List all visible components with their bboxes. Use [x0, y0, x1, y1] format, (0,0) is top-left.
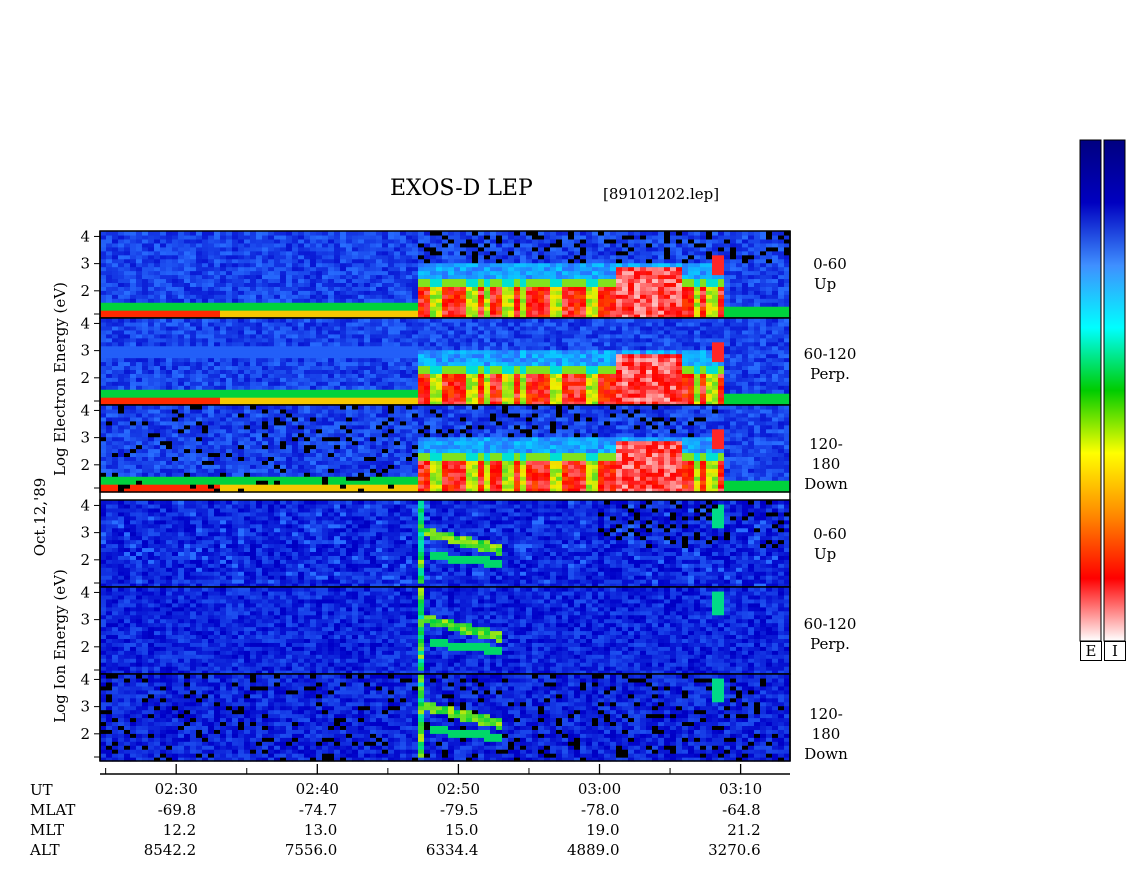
y-tick-label: 2 [80, 282, 90, 300]
orbit-value-alt: 7556.0 [284, 841, 338, 859]
date-label: Oct.12,'89 [31, 477, 49, 557]
dir-label: Perp. [810, 365, 850, 383]
panel-label-e-down: 120-180 Down [795, 434, 857, 494]
orbit-value-mlat: -79.5 [439, 801, 479, 819]
dir-label: Up [814, 545, 837, 563]
pitch-label: 0-60 [813, 525, 847, 543]
colorbar-electron-label: E [1080, 641, 1102, 661]
pitch-label: 60-120 [803, 615, 857, 633]
spectrogram-plot: 4 3 2 4 3 2 4 3 2 4 3 2 4 3 2 4 3 2 02:30 02:40 02:50 03:00 03… [80, 139, 1126, 798]
colorbar [1079, 139, 1102, 642]
orbit-value-mlt: 19.0 [586, 821, 620, 839]
orbit-value-mlat: -64.8 [722, 801, 761, 819]
spectrogram-panel: 4 3 2 [80, 401, 791, 493]
y-tick-label: 4 [80, 401, 90, 419]
pitch-label: 120-180 [809, 705, 843, 743]
panel-label-i-perp: 60-120 Perp. [797, 614, 863, 654]
x-tick-label: 02:40 [296, 780, 339, 798]
electron-axis-label: Log Electron Energy (eV) [51, 282, 69, 476]
y-tick-label: 3 [80, 611, 90, 629]
y-tick-label: 3 [80, 342, 90, 360]
orbit-value-mlat: -74.7 [298, 801, 338, 819]
spectrogram-panel: 4 3 2 [80, 227, 791, 319]
y-tick-label: 4 [80, 314, 90, 332]
dir-label: Perp. [810, 635, 850, 653]
orbit-row-label-alt: ALT [30, 841, 60, 859]
spectrogram-panel: 4 3 2 [80, 496, 791, 588]
y-tick-label: 3 [80, 255, 90, 273]
orbit-row-label-ut: UT [30, 781, 53, 799]
y-tick-label: 2 [80, 725, 90, 743]
y-tick-label: 2 [80, 369, 90, 387]
orbit-value-alt: 8542.2 [143, 841, 197, 859]
y-tick-label: 4 [80, 583, 90, 601]
orbit-row-label-mlt: MLT [30, 821, 65, 839]
colorbar [1103, 139, 1126, 642]
x-tick-label: 02:50 [437, 780, 480, 798]
orbit-value-mlt: 21.2 [727, 821, 761, 839]
ion-axis-label: Log Ion Energy (eV) [51, 569, 69, 723]
pitch-label: 120-180 [809, 435, 843, 473]
y-tick-label: 4 [80, 496, 90, 514]
orbit-value-mlt: 15.0 [445, 821, 479, 839]
y-tick-label: 3 [80, 429, 90, 447]
dir-label: Down [804, 745, 848, 763]
panel-label-e-up: 0-60 Up [800, 254, 860, 294]
orbit-value-mlt: 13.0 [303, 821, 338, 839]
dir-label: Down [804, 475, 848, 493]
panel-label-e-perp: 60-120 Perp. [797, 344, 863, 384]
y-tick-label: 3 [80, 698, 90, 716]
pitch-label: 60-120 [803, 345, 857, 363]
y-tick-label: 4 [80, 670, 90, 688]
x-tick-label: 02:30 [155, 780, 198, 798]
pitch-label: 0-60 [813, 255, 847, 273]
x-tick-label: 03:00 [578, 780, 621, 798]
y-tick-label: 2 [80, 638, 90, 656]
orbit-value-mlt: 12.2 [162, 821, 197, 839]
y-tick-label: 4 [80, 227, 90, 245]
orbit-row-label-mlat: MLAT [30, 801, 76, 819]
spectrogram-panel: 4 3 2 [80, 314, 791, 406]
panel-label-i-down: 120-180 Down [795, 704, 857, 764]
panel-label-i-up: 0-60 Up [800, 524, 860, 564]
orbit-value-mlat: -78.0 [581, 801, 620, 819]
dir-label: Up [814, 275, 837, 293]
spectrogram-panel: 4 3 2 [80, 583, 791, 675]
y-tick-label: 2 [80, 551, 90, 569]
orbit-value-alt: 3270.6 [708, 841, 761, 859]
orbit-value-alt: 6334.4 [425, 841, 479, 859]
colorbar-ion-label: I [1104, 641, 1126, 661]
y-tick-label: 2 [80, 456, 90, 474]
orbit-value-mlat: -69.8 [157, 801, 197, 819]
spectrogram-panel: 4 3 2 [80, 670, 791, 762]
y-tick-label: 3 [80, 524, 90, 542]
orbit-value-alt: 4889.0 [567, 841, 620, 859]
x-tick-label: 03:10 [719, 780, 762, 798]
